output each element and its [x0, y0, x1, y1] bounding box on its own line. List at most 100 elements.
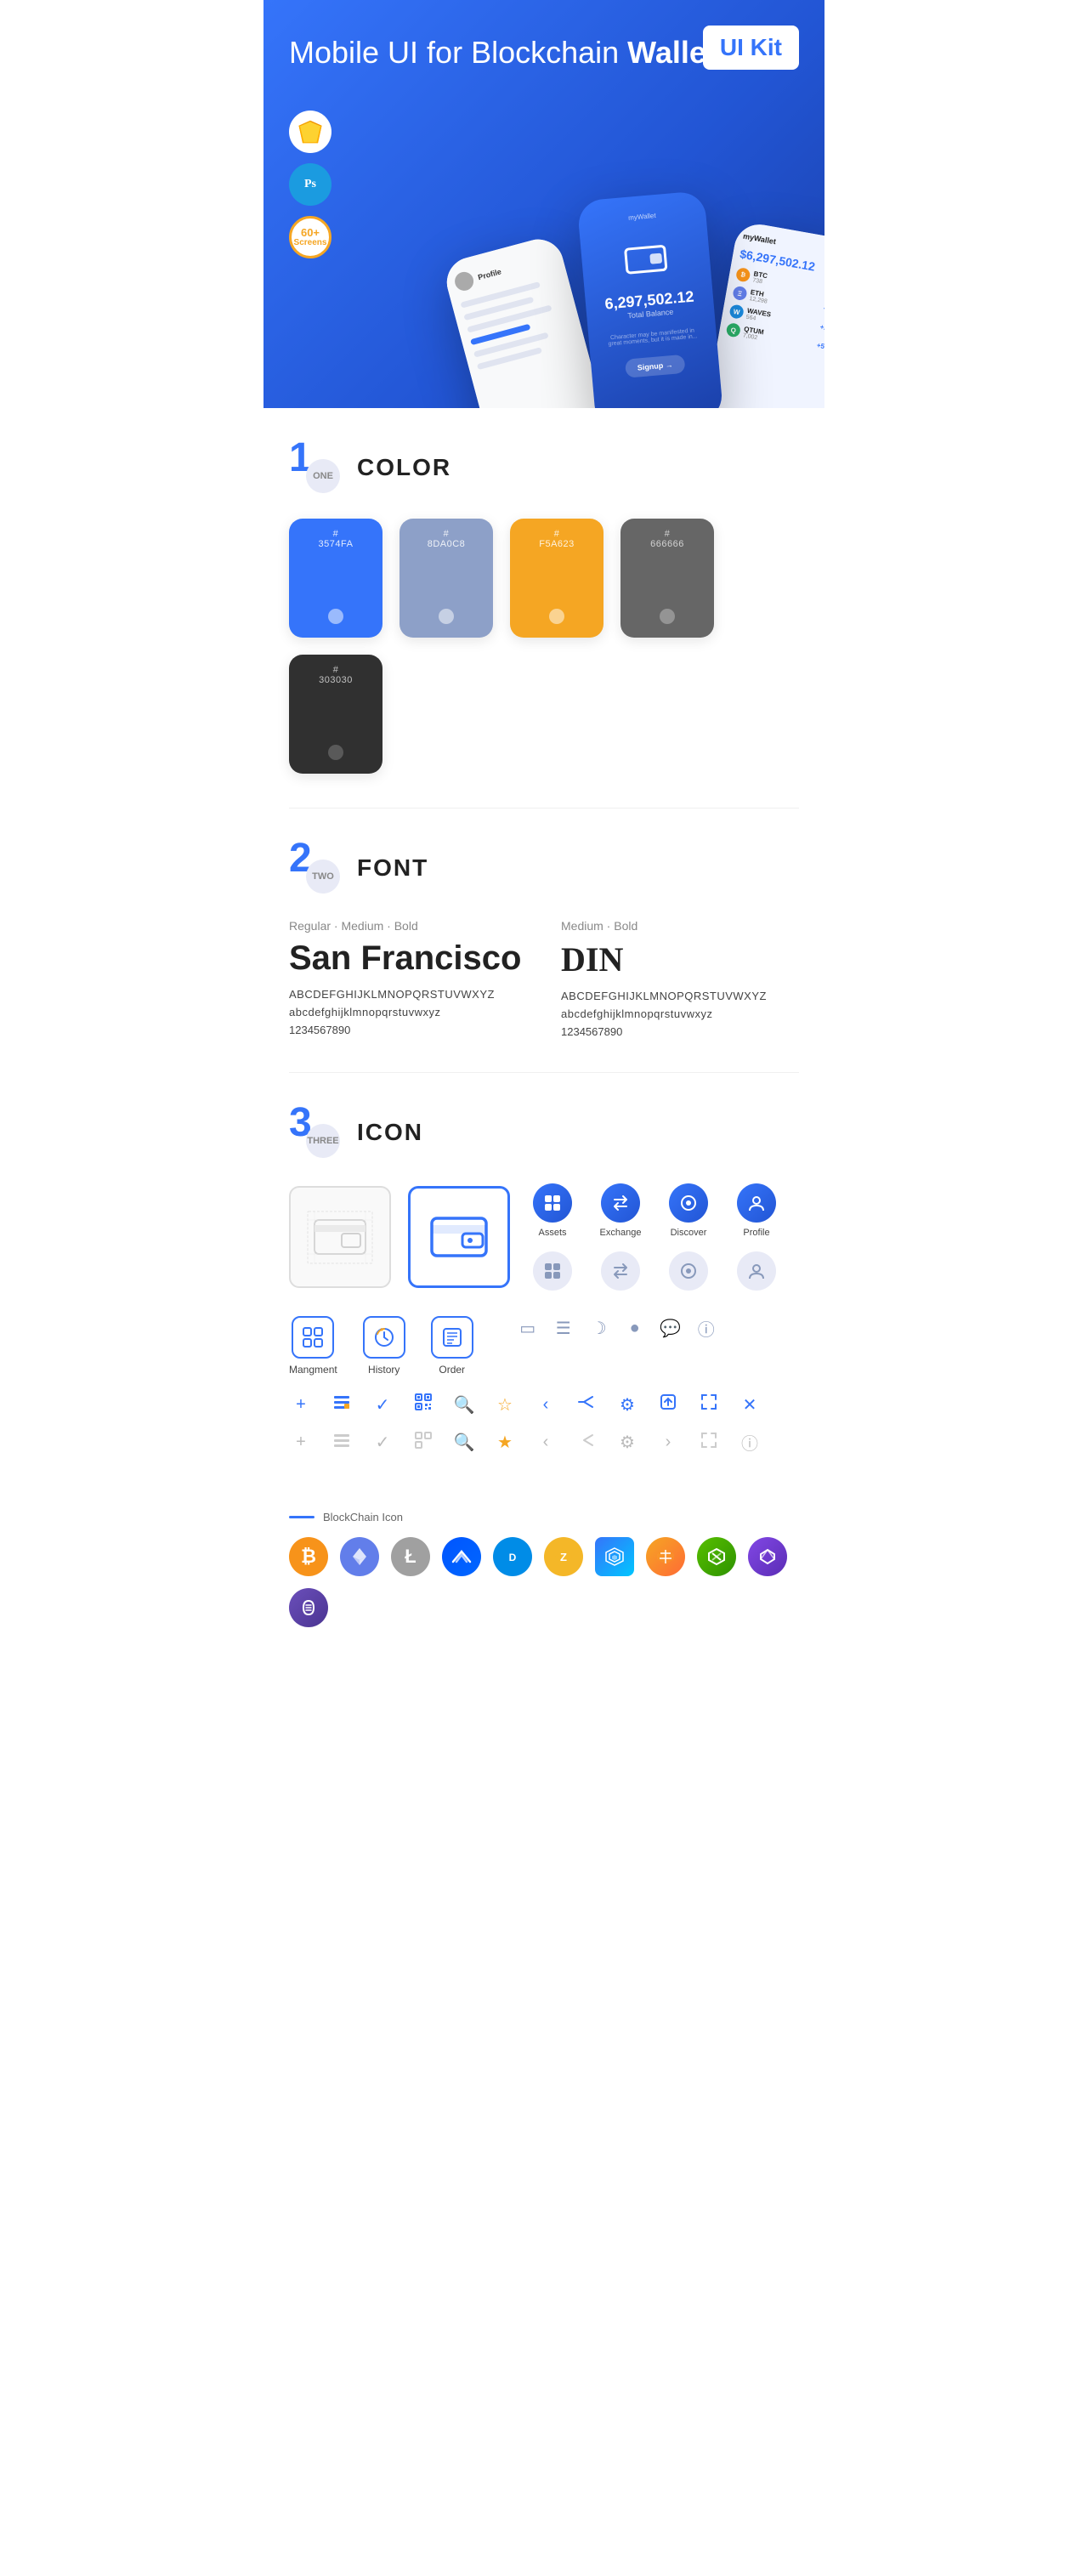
nav-icons-filled: Assets Exchange Discover: [527, 1183, 782, 1238]
neo-icon: [697, 1537, 736, 1576]
chat-icon: 💬: [659, 1318, 683, 1339]
moon-icon: ☽: [587, 1318, 611, 1339]
close-icon[interactable]: ✕: [738, 1394, 762, 1416]
ltc-icon: Ł: [391, 1537, 430, 1576]
icon-title: ICON: [357, 1119, 423, 1146]
btc-icon: ₿: [289, 1537, 328, 1576]
color-swatch-gray: #666666: [620, 519, 714, 638]
color-swatches: #3574FA #8DA0C8 #F5A623 #666666 #303030: [289, 519, 799, 774]
grid-icon: [595, 1537, 634, 1576]
dash-icon: D: [493, 1537, 532, 1576]
assets-outline-icon: [533, 1251, 572, 1291]
management-label: Mangment: [289, 1364, 337, 1376]
qr-icon[interactable]: [411, 1393, 435, 1416]
font-section: 2 TWO FONT Regular · Medium · Bold San F…: [264, 809, 824, 1072]
settings-icon[interactable]: ⚙: [615, 1394, 639, 1416]
expand-icon[interactable]: [697, 1393, 721, 1416]
svg-text:D: D: [509, 1552, 517, 1563]
discover-icon: [669, 1183, 708, 1223]
star-filled-icon: ★: [493, 1432, 517, 1453]
crypto-icons-row: ₿ Ł D Z: [289, 1537, 799, 1627]
font-sf-lower: abcdefghijklmnopqrstuvwxyz: [289, 1006, 527, 1018]
blockchain-label-row: BlockChain Icon: [289, 1511, 799, 1523]
history-label: History: [368, 1364, 400, 1376]
exchange-nav-item: Exchange: [595, 1183, 646, 1238]
check-icon[interactable]: ✓: [371, 1394, 394, 1416]
section-number-3: 3 THREE: [289, 1107, 340, 1158]
assets-nav-item: Assets: [527, 1183, 578, 1238]
font-section-header: 2 TWO FONT: [289, 843, 799, 894]
misc-icons-group: ▭ ☰ ☽ ● 💬 ⓘ: [516, 1316, 718, 1341]
list-icon[interactable]: [330, 1393, 354, 1416]
phone-mockups: Profile myWallet: [459, 196, 824, 408]
purple-coin-icon: [289, 1588, 328, 1627]
order-icon-item: Order: [431, 1316, 473, 1376]
upload-icon[interactable]: [656, 1393, 680, 1416]
font-din-name: DIN: [561, 939, 799, 979]
blockchain-section: BlockChain Icon ₿ Ł D Z: [264, 1502, 824, 1661]
management-icon: [292, 1316, 334, 1359]
qr-gray-icon: [411, 1431, 435, 1455]
discover-label: Discover: [671, 1228, 707, 1238]
back-icon[interactable]: ‹: [534, 1395, 558, 1415]
screens-badge: 60+ Screens: [289, 216, 332, 258]
icon-section: 3 THREE ICON: [264, 1073, 824, 1502]
order-icon: [431, 1316, 473, 1359]
icon-top-row: Assets Exchange Discover: [289, 1183, 799, 1291]
eth-icon: [340, 1537, 379, 1576]
color-swatch-orange: #F5A623: [510, 519, 604, 638]
back-gray-icon: ‹: [534, 1433, 558, 1452]
forward-gray-icon: ›: [656, 1433, 680, 1452]
phone-center: myWallet 6,297,502.12 Total Balance Char…: [577, 190, 724, 408]
nav-icons-outline: [527, 1251, 782, 1291]
svg-text:Z: Z: [560, 1551, 567, 1563]
ark-icon: [646, 1537, 685, 1576]
icon-section-header: 3 THREE ICON: [289, 1107, 799, 1158]
star-icon[interactable]: ☆: [493, 1394, 517, 1416]
font-din-numbers: 1234567890: [561, 1025, 799, 1038]
font-sf-upper: ABCDEFGHIJKLMNOPQRSTUVWXYZ: [289, 988, 527, 1001]
font-sf-name: San Francisco: [289, 939, 527, 978]
hero-section: Mobile UI for Blockchain Wallet UI Kit P…: [264, 0, 824, 408]
discover-outline-item: [663, 1251, 714, 1291]
share-gray-icon: [575, 1431, 598, 1455]
action-icons-row-2: + ✓ 🔍 ★ ‹ ⚙ › ⓘ: [289, 1430, 799, 1455]
section-number-2: 2 TWO: [289, 843, 340, 894]
search-icon[interactable]: 🔍: [452, 1394, 476, 1416]
list-gray-icon: [330, 1431, 354, 1455]
blockchain-label-line: [289, 1516, 314, 1518]
color-swatch-steel: #8DA0C8: [400, 519, 493, 638]
color-swatch-dark: #303030: [289, 655, 382, 774]
profile-outline-item: [731, 1251, 782, 1291]
circle-icon: ●: [623, 1319, 647, 1338]
plus-icon[interactable]: +: [289, 1395, 313, 1415]
share-icon[interactable]: [575, 1393, 598, 1416]
profile-outline-icon: [737, 1251, 776, 1291]
matic-icon: [748, 1537, 787, 1576]
font-grid: Regular · Medium · Bold San Francisco AB…: [289, 919, 799, 1038]
settings-gray-icon: ⚙: [615, 1432, 639, 1453]
font-din-upper: ABCDEFGHIJKLMNOPQRSTUVWXYZ: [561, 990, 799, 1002]
sketch-icon: [289, 111, 332, 153]
search-gray-icon: 🔍: [452, 1432, 476, 1453]
profile-icon: [737, 1183, 776, 1223]
section-number-1: 1 ONE: [289, 442, 340, 493]
waves-icon: [442, 1537, 481, 1576]
color-section-header: 1 ONE COLOR: [289, 442, 799, 493]
comment-icon: ▭: [516, 1318, 540, 1339]
exchange-outline-icon: [601, 1251, 640, 1291]
history-icon: [363, 1316, 405, 1359]
color-section: 1 ONE COLOR #3574FA #8DA0C8 #F5A623 #666…: [264, 408, 824, 808]
management-icon-item: Mangment: [289, 1316, 337, 1376]
font-sf-style: Regular · Medium · Bold: [289, 919, 527, 933]
ui-kit-badge: UI Kit: [703, 26, 799, 70]
check-gray-icon: ✓: [371, 1432, 394, 1453]
exchange-icon: [601, 1183, 640, 1223]
discover-nav-item: Discover: [663, 1183, 714, 1238]
hero-tool-icons: Ps 60+ Screens: [289, 111, 332, 258]
blockchain-label: BlockChain Icon: [323, 1511, 403, 1523]
wallet-solid-icon: [408, 1186, 510, 1288]
assets-icon: [533, 1183, 572, 1223]
discover-outline-icon: [669, 1251, 708, 1291]
exchange-label: Exchange: [600, 1228, 642, 1238]
